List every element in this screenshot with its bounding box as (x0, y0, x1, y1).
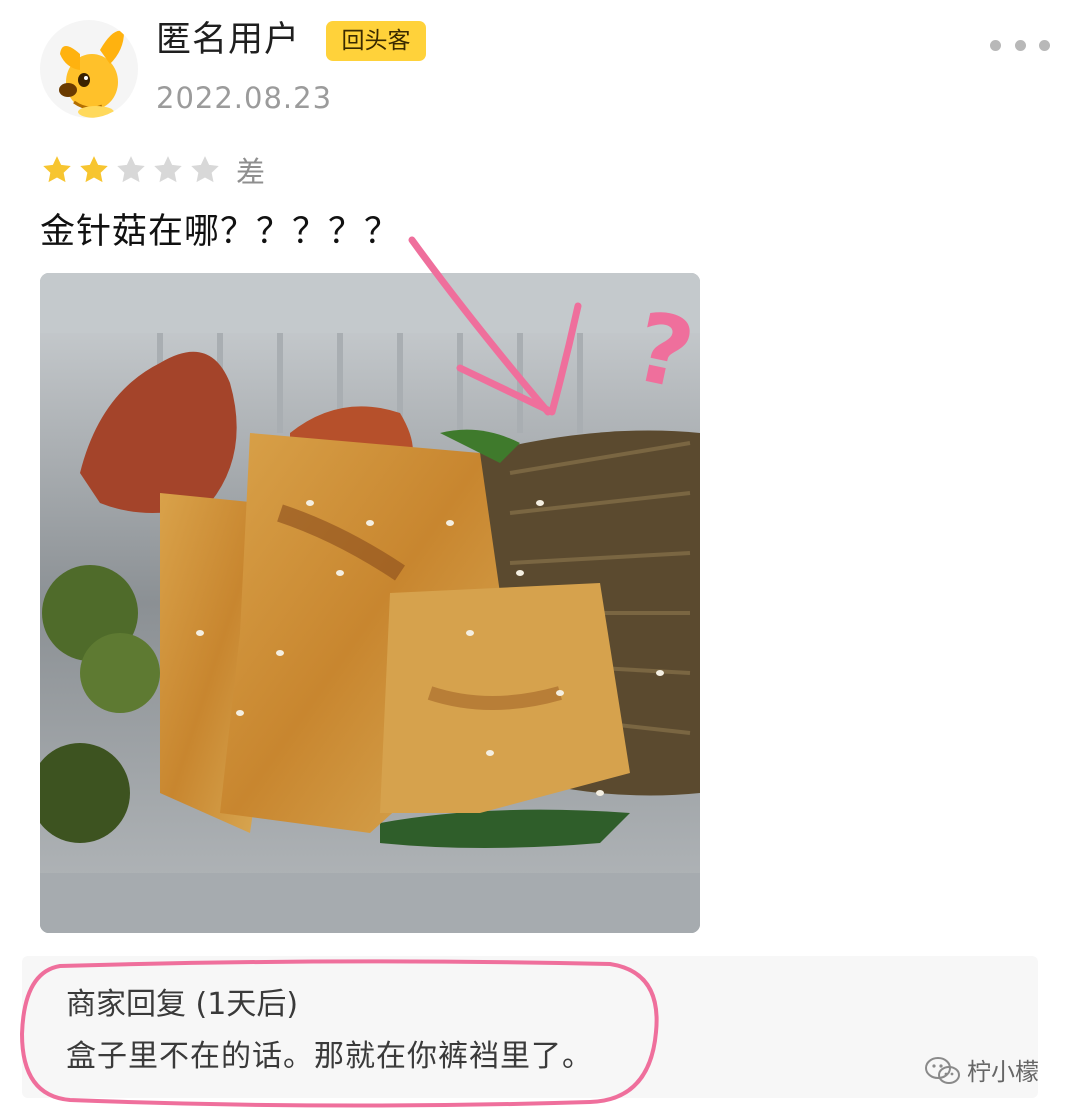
review-text: 金针菇在哪？？？？？ (40, 212, 401, 252)
star-empty-icon (117, 156, 145, 183)
merchant-reply-text: 盒子里不在的话。那就在你裤裆里了。 (66, 1039, 593, 1074)
review-date: 2022.08.23 (156, 81, 333, 115)
more-dots-icon[interactable] (990, 30, 1050, 60)
star-filled-icon (43, 156, 71, 183)
wechat-icon (924, 1056, 962, 1086)
review-photo[interactable] (40, 273, 700, 933)
more-dot (1014, 39, 1026, 51)
watermark-text: 柠小檬 (967, 1058, 1039, 1086)
merchant-reply-title: 商家回复 (1天后) (66, 987, 299, 1022)
yellow-dog-icon (59, 30, 124, 118)
star-empty-icon (191, 156, 219, 183)
returning-customer-badge: 回头客 (326, 21, 426, 61)
star-empty-icon (154, 156, 182, 183)
username[interactable]: 匿名用户 (156, 16, 300, 64)
star-filled-icon (80, 156, 108, 183)
more-dot (990, 39, 1001, 51)
avatar[interactable] (40, 20, 138, 118)
more-dot (1039, 39, 1050, 51)
star-rating (40, 153, 222, 187)
food-photo (40, 273, 700, 933)
rating-label: 差 (236, 155, 266, 189)
